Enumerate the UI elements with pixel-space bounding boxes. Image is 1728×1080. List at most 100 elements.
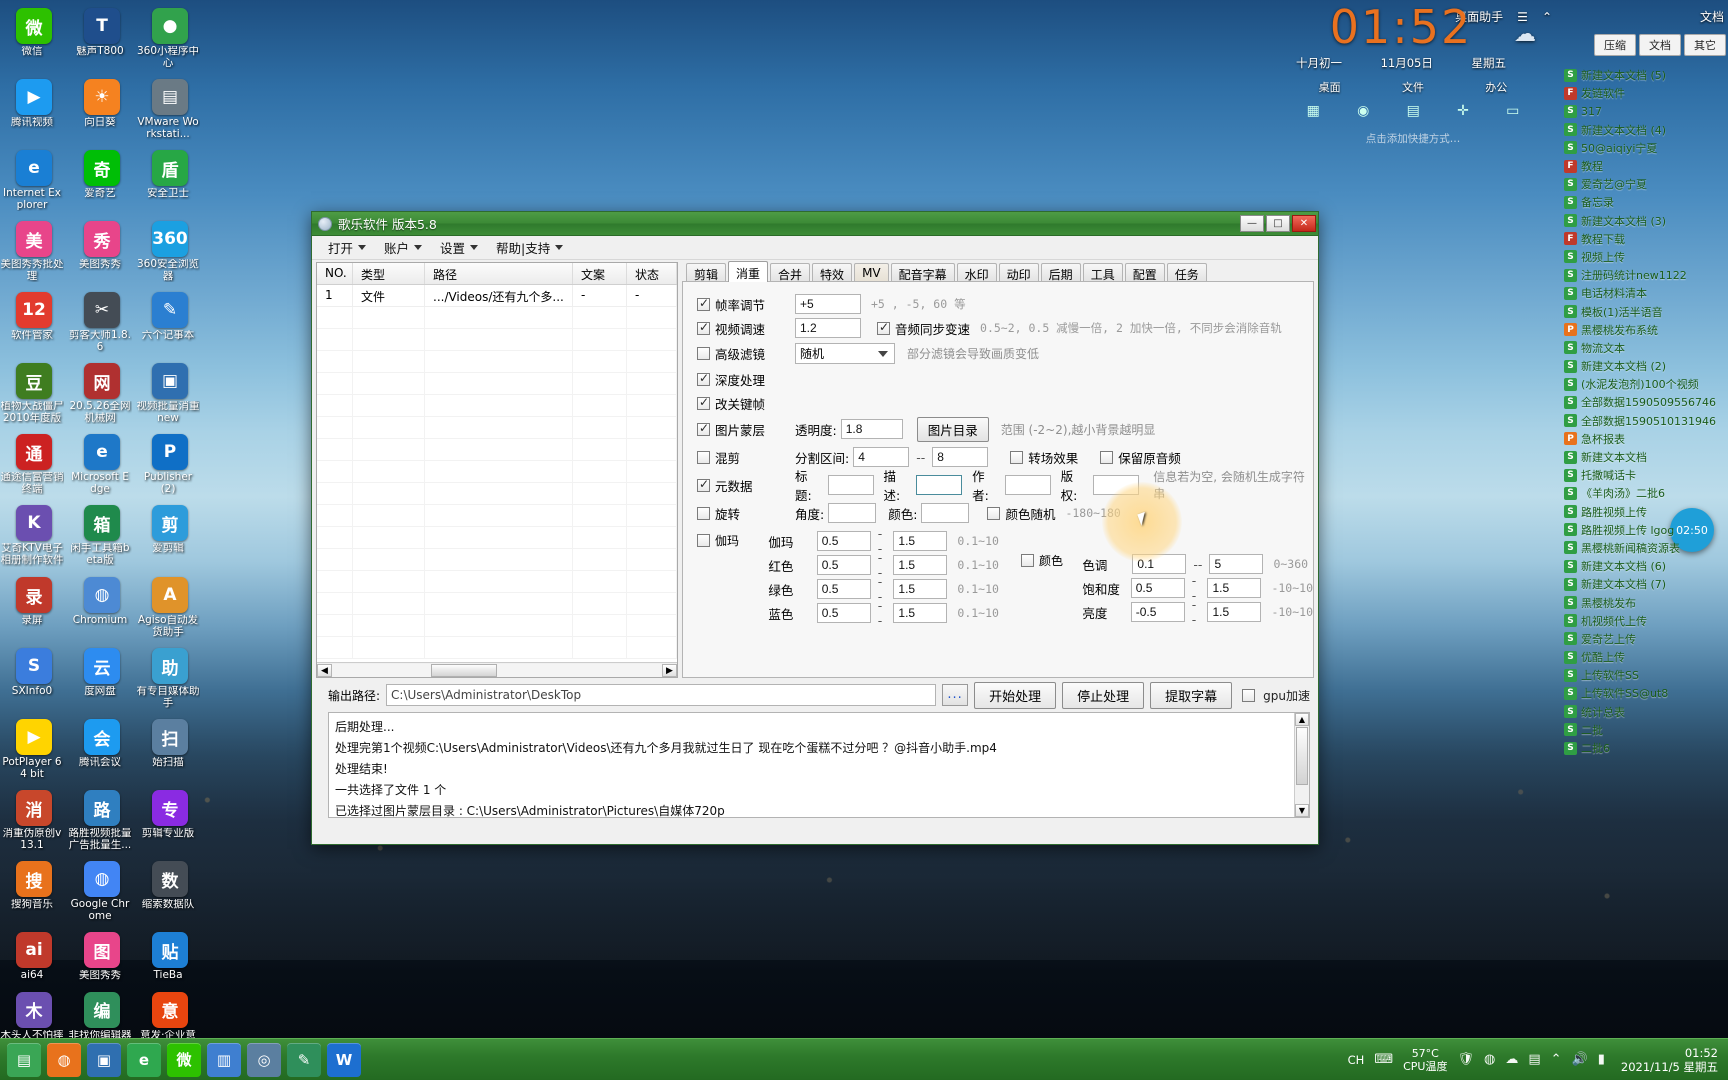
checkbox-speed[interactable] bbox=[697, 320, 710, 335]
desktop-icon[interactable]: 盾安全卫士 bbox=[136, 146, 204, 200]
network-icon[interactable]: ▮ bbox=[1598, 1052, 1605, 1067]
desktop-icon[interactable]: 路路胜视频批量广告批量生... bbox=[68, 786, 136, 851]
desktop-icon[interactable]: ✎ 六个记事本 bbox=[136, 288, 204, 342]
tab-水印[interactable]: 水印 bbox=[956, 263, 997, 282]
list-item[interactable]: S 统计总表 bbox=[1564, 703, 1726, 721]
list-item[interactable]: S 《羊肉汤》二批6 bbox=[1564, 484, 1726, 502]
start-process-button[interactable]: 开始处理 bbox=[974, 681, 1057, 709]
tab-任务[interactable]: 任务 bbox=[1166, 263, 1207, 282]
chevron-up-icon[interactable]: ⌃ bbox=[1542, 10, 1552, 24]
input-gamma-3-to[interactable] bbox=[893, 603, 948, 623]
desktop-icon[interactable]: 助有专目媒体助手 bbox=[136, 644, 204, 709]
scroll-down-icon[interactable]: ▼ bbox=[1295, 804, 1309, 817]
doc-icon[interactable]: ▤ bbox=[1407, 103, 1420, 119]
list-item[interactable]: S 二批 bbox=[1564, 721, 1726, 739]
input-color-1-from[interactable] bbox=[1130, 578, 1185, 598]
input-gamma-1-from[interactable] bbox=[816, 555, 871, 575]
input-color-0-to[interactable] bbox=[1209, 554, 1264, 574]
checkbox-depth[interactable] bbox=[697, 371, 710, 386]
list-item[interactable]: F 教程下载 bbox=[1564, 230, 1726, 248]
taskbar-editor[interactable]: ✎ bbox=[287, 1042, 321, 1077]
tab-特效[interactable]: 特效 bbox=[812, 263, 853, 282]
desktop-icon[interactable]: 美美图秀秀批处理 bbox=[0, 217, 68, 282]
list-item[interactable]: S 爱奇艺上传 bbox=[1564, 630, 1726, 648]
list-item[interactable]: S 视频上传 bbox=[1564, 248, 1726, 266]
gpu-accel-option[interactable]: gpu加速 bbox=[1242, 687, 1310, 704]
taskbar-clock[interactable]: 01:52 2021/11/5 星期五 bbox=[1615, 1046, 1718, 1074]
scroll-left-icon[interactable]: ◀ bbox=[317, 663, 332, 677]
desktop-icon[interactable]: 专剪辑专业版 bbox=[136, 786, 204, 840]
list-item[interactable]: P 黑樱桃发布系统 bbox=[1564, 321, 1726, 339]
tag-button-document[interactable]: 文档 bbox=[1639, 34, 1681, 56]
ime-indicator[interactable]: CH bbox=[1348, 1053, 1365, 1067]
desktop-icon[interactable]: e Internet Explorer bbox=[0, 146, 68, 211]
desktop-icon[interactable]: 图美图秀秀 bbox=[68, 928, 136, 982]
taskbar-vmware[interactable]: ▣ bbox=[87, 1042, 121, 1077]
extract-subtitle-button[interactable]: 提取字幕 bbox=[1150, 681, 1233, 709]
input-gamma-2-to[interactable] bbox=[893, 579, 948, 599]
desktop-icon[interactable]: S SXInfo0 bbox=[0, 644, 68, 698]
scroll-track[interactable] bbox=[332, 663, 662, 677]
desktop-icon[interactable]: ▶ 腾讯视频 bbox=[0, 75, 68, 129]
list-item[interactable]: S 全部数据1590510131946 bbox=[1564, 412, 1726, 430]
list-item[interactable]: S 托撒喊话卡 bbox=[1564, 466, 1726, 484]
desktop-icon[interactable]: 秀美图秀秀 bbox=[68, 217, 136, 271]
stop-process-button[interactable]: 停止处理 bbox=[1062, 681, 1145, 709]
desktop-icon[interactable]: P Publisher (2) bbox=[136, 430, 204, 495]
desktop-icon[interactable]: 消消重伪原创v13.1 bbox=[0, 786, 68, 851]
input-gamma-2-from[interactable] bbox=[816, 579, 871, 599]
checkbox-mask[interactable] bbox=[697, 421, 710, 436]
image-directory-button[interactable]: 图片目录 bbox=[916, 416, 989, 442]
list-item[interactable]: S 优酷上传 bbox=[1564, 648, 1726, 666]
checkbox-transition[interactable] bbox=[1010, 450, 1024, 464]
desktop-icon[interactable]: 会腾讯会议 bbox=[68, 715, 136, 769]
input-split-to[interactable] bbox=[932, 447, 989, 467]
desktop-icon[interactable]: ▤ VMware Workstati... bbox=[136, 75, 204, 140]
menu-account[interactable]: 账户 bbox=[384, 238, 423, 257]
checkbox-mix[interactable] bbox=[697, 450, 710, 464]
volume-icon[interactable]: 🔊 bbox=[1572, 1052, 1588, 1067]
file-table[interactable]: NO. 类型 路径 文案 状态 1 文件 .../Videos/还有九个多...… bbox=[316, 262, 678, 678]
menu-help[interactable]: 帮助|支持 bbox=[496, 238, 564, 257]
tab-配置[interactable]: 配置 bbox=[1124, 263, 1165, 282]
checkbox-filter[interactable] bbox=[697, 347, 710, 360]
input-color-2-to[interactable] bbox=[1207, 602, 1262, 622]
list-item[interactable]: S 电话材料清本 bbox=[1564, 284, 1726, 302]
desktop-icon[interactable]: ◍ Google Chrome bbox=[68, 857, 136, 922]
desktop-icon[interactable]: 通通途信富营销终端 bbox=[0, 430, 68, 495]
desktop-icon[interactable]: 编非找你编辑器 bbox=[68, 988, 136, 1042]
input-opacity[interactable] bbox=[840, 419, 903, 439]
tab-后期[interactable]: 后期 bbox=[1040, 263, 1081, 282]
list-item[interactable]: S 二批6 bbox=[1564, 739, 1726, 757]
list-item[interactable]: F 发链软件 bbox=[1564, 84, 1726, 102]
checkbox-gpu[interactable] bbox=[1242, 688, 1256, 702]
maximize-button[interactable]: □ bbox=[1266, 215, 1290, 232]
input-rotate-color[interactable] bbox=[921, 503, 970, 523]
desktop-icon[interactable]: ◍ Chromium bbox=[68, 573, 136, 627]
desktop-icon[interactable]: 360 360安全浏览器 bbox=[136, 217, 204, 282]
taskbar-tool-app[interactable]: ◎ bbox=[247, 1042, 281, 1077]
list-item[interactable]: S 路胜视频上传 bbox=[1564, 503, 1726, 521]
desktop-icon[interactable]: ▣ 视频批量消重new bbox=[136, 359, 204, 424]
scroll-up-icon[interactable]: ▲ bbox=[1295, 713, 1309, 726]
taskbar-window-app[interactable]: ▥ bbox=[207, 1042, 241, 1077]
tab-MV[interactable]: MV bbox=[854, 263, 889, 282]
tab-动印[interactable]: 动印 bbox=[998, 263, 1039, 282]
chevron-up-icon[interactable]: ⌃ bbox=[1551, 1052, 1562, 1067]
list-item[interactable]: S 黑樱桃新闻稿资源表 bbox=[1564, 539, 1726, 557]
minimize-button[interactable]: — bbox=[1240, 215, 1264, 232]
desktop-icon[interactable]: 12 软件管家 bbox=[0, 288, 68, 342]
list-item[interactable]: S 新建文本文档 bbox=[1564, 448, 1726, 466]
desktop-icon[interactable]: ▶ PotPlayer 64 bit bbox=[0, 715, 68, 780]
desktop-icon[interactable]: ● 360小程序中心 bbox=[136, 4, 204, 69]
tab-合并[interactable]: 合并 bbox=[770, 263, 811, 282]
list-item[interactable]: S 爱奇艺@宁夏 bbox=[1564, 175, 1726, 193]
input-speed[interactable] bbox=[795, 318, 861, 338]
tag-button-compress[interactable]: 压缩 bbox=[1594, 34, 1636, 56]
input-framerate[interactable] bbox=[795, 294, 861, 314]
desktop-icon[interactable]: 搜搜狗音乐 bbox=[0, 857, 68, 911]
select-filter[interactable]: 随机 bbox=[795, 343, 895, 364]
taskbar-wechat[interactable]: 微 bbox=[167, 1042, 201, 1077]
input-color-0-from[interactable] bbox=[1132, 554, 1187, 574]
checkbox-keyframe[interactable] bbox=[697, 395, 710, 410]
